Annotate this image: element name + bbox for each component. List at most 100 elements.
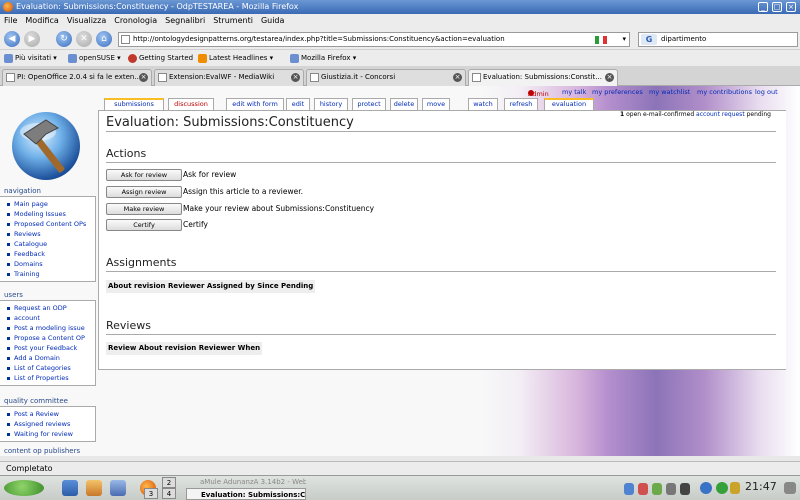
settings-icon[interactable] <box>110 480 126 496</box>
taskbar-task-active[interactable]: Evaluation: Submissions:Const... <box>186 488 306 500</box>
sidebar: navigation Main page Modeling Issues Pro… <box>0 186 96 456</box>
start-menu-icon[interactable] <box>4 480 44 496</box>
sidebar-item-training[interactable]: Training <box>6 269 93 279</box>
tab-discussion[interactable]: discussion <box>168 98 214 110</box>
desktop-pager-3[interactable]: 3 <box>144 488 158 499</box>
menu-modifica[interactable]: Modifica <box>21 14 62 28</box>
sidebar-item-post-modeling-issue[interactable]: Post a modeling issue <box>6 323 93 333</box>
google-search-icon[interactable]: G <box>641 34 657 45</box>
network-icon[interactable] <box>700 482 712 494</box>
search-input[interactable]: G dipartimento <box>638 32 798 47</box>
assignments-heading: Assignments <box>106 256 177 269</box>
tab-delete[interactable]: delete <box>390 98 418 110</box>
ask-for-review-button[interactable]: Ask for review <box>106 169 182 181</box>
sidebar-item-list-properties[interactable]: List of Properties <box>6 373 93 383</box>
menu-segnalibri[interactable]: Segnalibri <box>161 14 209 28</box>
sidebar-item-domains[interactable]: Domains <box>6 259 93 269</box>
personal-my-talk[interactable]: my talk <box>562 88 586 96</box>
tab-edit-with-form[interactable]: edit with form <box>226 98 284 110</box>
tab-history[interactable]: history <box>314 98 348 110</box>
personal-my-preferences[interactable]: my preferences <box>592 88 643 96</box>
account-request-link[interactable]: account request <box>696 111 745 118</box>
make-review-button[interactable]: Make review <box>106 203 182 215</box>
status-bar: Completato <box>0 461 800 475</box>
bookmark-getting-started[interactable]: Getting Started <box>128 50 193 66</box>
tray-icon[interactable] <box>652 483 662 495</box>
menu-cronologia[interactable]: Cronologia <box>110 14 161 28</box>
bookmark-opensuse[interactable]: openSUSE ▾ <box>68 50 121 66</box>
taskbar-task[interactable]: aMule AdunanzA 3.14b2 - Web... <box>186 476 306 488</box>
close-tab-icon[interactable]: × <box>453 73 462 82</box>
menu-guida[interactable]: Guida <box>257 14 288 28</box>
sidebar-item-modeling-issues[interactable]: Modeling Issues <box>6 209 93 219</box>
tab-move[interactable]: move <box>422 98 450 110</box>
tab-watch[interactable]: watch <box>468 98 498 110</box>
reload-icon[interactable]: ↻ <box>56 31 72 47</box>
sidebar-item-request-odp[interactable]: Request an ODP <box>6 303 93 313</box>
close-tab-icon[interactable]: × <box>605 73 614 82</box>
bookmark-latest-headlines[interactable]: Latest Headlines ▾ <box>198 50 273 66</box>
browser-tab[interactable]: PI: OpenOffice 2.0.4 si fa le exten... × <box>2 69 152 86</box>
wiki-logo[interactable] <box>6 104 90 184</box>
page-title: Evaluation: Submissions:Constituency <box>106 115 354 130</box>
clock[interactable]: 21:47 <box>745 480 777 493</box>
tab-favicon <box>6 73 15 82</box>
sidebar-item-post-feedback[interactable]: Post your Feedback <box>6 343 93 353</box>
volume-icon[interactable] <box>680 483 690 495</box>
desktop-pager-4[interactable]: 4 <box>162 488 176 499</box>
menu-strumenti[interactable]: Strumenti <box>209 14 257 28</box>
sidebar-item-request-odp-account[interactable]: account <box>6 313 93 323</box>
show-desktop-icon[interactable] <box>62 480 78 496</box>
clipboard-icon[interactable] <box>730 482 740 494</box>
browser-tab-active[interactable]: Evaluation: Submissions:Constit... × <box>468 69 618 87</box>
tab-edit[interactable]: edit <box>286 98 310 110</box>
sidebar-item-proposed-content-ops[interactable]: Proposed Content OPs <box>6 219 93 229</box>
assign-review-button[interactable]: Assign review <box>106 186 182 198</box>
tray-icon[interactable] <box>624 483 634 495</box>
personal-my-watchlist[interactable]: my watchlist <box>649 88 690 96</box>
personal-my-contributions[interactable]: my contributions <box>697 88 752 96</box>
home-icon[interactable]: ⌂ <box>96 31 112 47</box>
menu-file[interactable]: File <box>0 14 21 28</box>
address-bar[interactable]: http://ontologydesignpatterns.org/testar… <box>118 32 630 47</box>
sidebar-item-list-categories[interactable]: List of Categories <box>6 363 93 373</box>
url-dropdown-icon[interactable]: ▾ <box>622 33 626 46</box>
personal-log-out[interactable]: log out <box>755 88 778 96</box>
search-value: dipartimento <box>661 35 707 43</box>
menubar: File Modifica Visualizza Cronologia Segnalib… <box>0 14 800 28</box>
sidebar-item-assigned-reviews[interactable]: Assigned reviews <box>6 419 93 429</box>
sidebar-item-waiting-review[interactable]: Waiting for review <box>6 429 93 439</box>
certify-button[interactable]: Certify <box>106 219 182 231</box>
tab-protect[interactable]: protect <box>352 98 386 110</box>
minimize-button[interactable]: _ <box>758 2 768 12</box>
tray-icon[interactable] <box>638 483 648 495</box>
sidebar-item-propose-content-op[interactable]: Propose a Content OP <box>6 333 93 343</box>
sidebar-item-feedback[interactable]: Feedback <box>6 249 93 259</box>
maximize-button[interactable]: □ <box>772 2 782 12</box>
stop-icon[interactable]: ✕ <box>76 31 92 47</box>
bookmark-mozilla-firefox[interactable]: Mozilla Firefox ▾ <box>290 50 356 66</box>
sidebar-item-add-domain[interactable]: Add a Domain <box>6 353 93 363</box>
tray-icon[interactable] <box>666 483 676 495</box>
back-icon[interactable]: ◀ <box>4 31 20 47</box>
forward-icon[interactable]: ▶ <box>24 31 40 47</box>
close-button[interactable]: × <box>786 2 796 12</box>
actions-heading: Actions <box>106 147 147 160</box>
close-tab-icon[interactable]: × <box>139 73 148 82</box>
menu-visualizza[interactable]: Visualizza <box>63 14 110 28</box>
tab-submissions[interactable]: submissions <box>104 98 164 110</box>
browser-tab[interactable]: Extension:EvalWF - MediaWiki × <box>154 69 304 86</box>
sidebar-item-main-page[interactable]: Main page <box>6 199 93 209</box>
browser-tab[interactable]: Giustizia.it - Concorsi × <box>306 69 466 86</box>
sidebar-item-reviews[interactable]: Reviews <box>6 229 93 239</box>
update-icon[interactable] <box>716 482 728 494</box>
sidebar-item-post-review[interactable]: Post a Review <box>6 409 93 419</box>
tab-evaluation[interactable]: evaluation <box>544 98 594 110</box>
close-tab-icon[interactable]: × <box>291 73 300 82</box>
bookmark-piu-visitati[interactable]: Più visitati ▾ <box>4 50 57 66</box>
desktop-pager-2[interactable]: 2 <box>162 477 176 488</box>
panel-handle-icon[interactable] <box>784 482 796 494</box>
tab-refresh[interactable]: refresh <box>504 98 538 110</box>
sidebar-item-catalogue[interactable]: Catalogue <box>6 239 93 249</box>
home-folder-icon[interactable] <box>86 480 102 496</box>
